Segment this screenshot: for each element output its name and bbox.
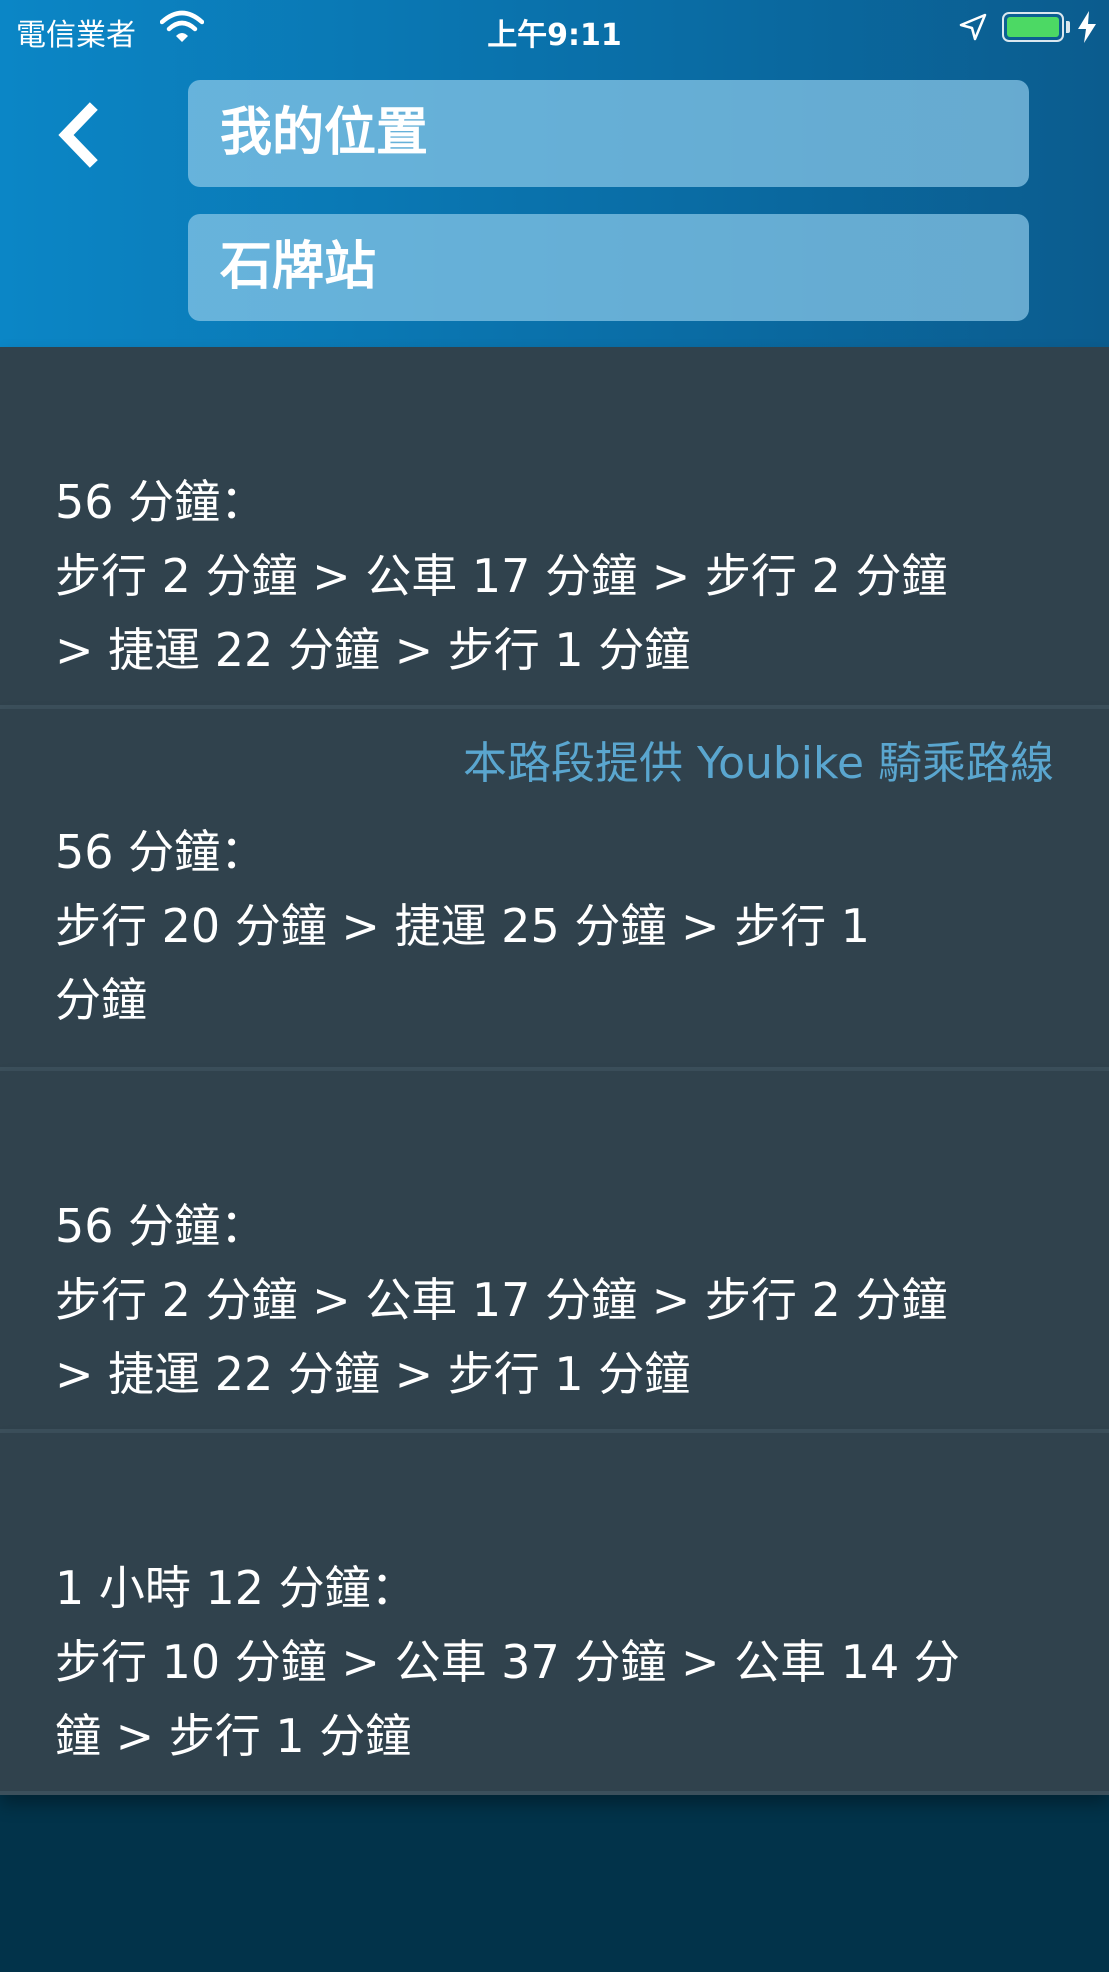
route-duration: 1 小時 12 分鐘： [55, 1561, 417, 1615]
route-steps-line: 步行 2 分鐘 > 公車 17 分鐘 > 步行 2 分鐘 [55, 1273, 948, 1327]
battery-level [1007, 17, 1059, 37]
route-steps-line: > 捷運 22 分鐘 > 步行 1 分鐘 [55, 623, 691, 677]
clock: 上午9:11 [487, 18, 622, 53]
route-steps-line: 步行 2 分鐘 > 公車 17 分鐘 > 步行 2 分鐘 [55, 549, 948, 603]
route-list[interactable]: 56 分鐘： 步行 2 分鐘 > 公車 17 分鐘 > 步行 2 分鐘 > 捷運… [0, 347, 1109, 1795]
route-steps-line: 鐘 > 步行 1 分鐘 [55, 1709, 412, 1763]
status-bar: 電信業者 上午9:11 [0, 0, 1109, 56]
route-summary: 1 小時 12 分鐘： 步行 10 分鐘 > 公車 37 分鐘 > 公車 14 … [55, 1551, 1055, 1773]
route-card[interactable]: 本路段提供 Youbike 騎乘路線 56 分鐘： 步行 20 分鐘 > 捷運 … [0, 709, 1109, 1071]
route-duration: 56 分鐘： [55, 825, 267, 879]
charging-bolt-icon [1078, 11, 1096, 43]
battery-icon [1002, 12, 1064, 42]
route-card[interactable]: 56 分鐘： 步行 2 分鐘 > 公車 17 分鐘 > 步行 2 分鐘 > 捷運… [0, 347, 1109, 709]
header: 電信業者 上午9:11 我的位置 石牌站 [0, 0, 1109, 347]
route-steps-line: 步行 10 分鐘 > 公車 37 分鐘 > 公車 14 分 [55, 1635, 960, 1689]
route-summary: 56 分鐘： 步行 2 分鐘 > 公車 17 分鐘 > 步行 2 分鐘 > 捷運… [55, 465, 1055, 687]
route-card[interactable]: 1 小時 12 分鐘： 步行 10 分鐘 > 公車 37 分鐘 > 公車 14 … [0, 1433, 1109, 1795]
youbike-note: 本路段提供 Youbike 騎乘路線 [463, 738, 1054, 789]
route-steps-line: > 捷運 22 分鐘 > 步行 1 分鐘 [55, 1347, 691, 1401]
route-summary: 56 分鐘： 步行 2 分鐘 > 公車 17 分鐘 > 步行 2 分鐘 > 捷運… [55, 1189, 1055, 1411]
battery-cap [1066, 21, 1070, 33]
location-arrow-icon [959, 13, 987, 41]
route-steps-line: 分鐘 [55, 973, 147, 1027]
route-summary: 56 分鐘： 步行 20 分鐘 > 捷運 25 分鐘 > 步行 1 分鐘 [55, 815, 1055, 1037]
route-card[interactable]: 56 分鐘： 步行 2 分鐘 > 公車 17 分鐘 > 步行 2 分鐘 > 捷運… [0, 1071, 1109, 1433]
back-button[interactable] [50, 100, 110, 170]
route-duration: 56 分鐘： [55, 1199, 267, 1253]
destination-field[interactable]: 石牌站 [188, 214, 1029, 321]
route-steps-line: 步行 20 分鐘 > 捷運 25 分鐘 > 步行 1 [55, 899, 871, 953]
origin-field[interactable]: 我的位置 [188, 80, 1029, 187]
route-duration: 56 分鐘： [55, 475, 267, 529]
